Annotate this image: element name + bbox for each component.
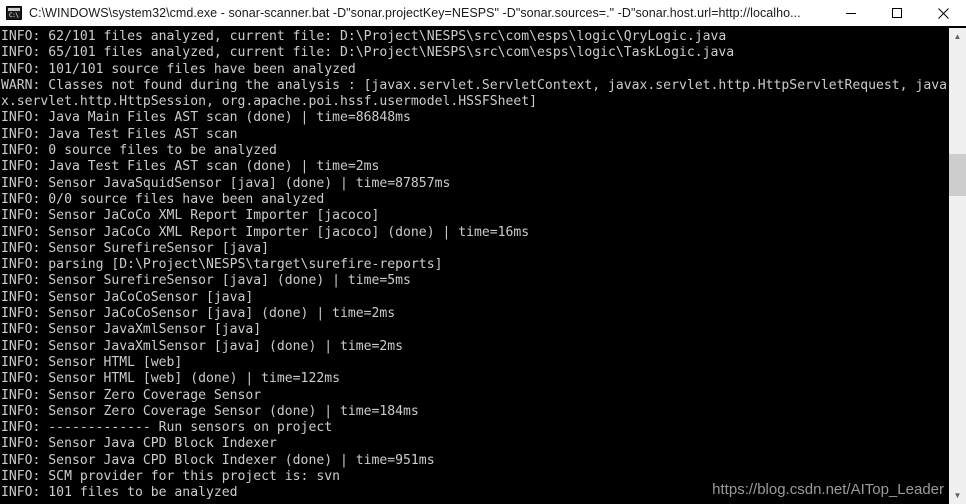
console-line: INFO: Sensor SurefireSensor [java] <box>1 240 270 256</box>
chevron-down-icon: ▼ <box>953 490 962 500</box>
console-line: INFO: Java Main Files AST scan (done) | … <box>1 110 411 126</box>
console-line: INFO: Sensor JaCoCo XML Report Importer … <box>1 224 530 240</box>
cmd-icon-prompt: C:\ <box>9 12 19 19</box>
console-line: INFO: 65/101 files analyzed, current fil… <box>1 45 735 61</box>
console-output-area[interactable]: INFO: 62/101 files analyzed, current fil… <box>0 28 949 504</box>
console-line: INFO: 62/101 files analyzed, current fil… <box>1 29 727 44</box>
console-line: INFO: 0 source files to be analyzed <box>1 143 277 159</box>
scroll-up-button[interactable]: ▲ <box>949 28 966 45</box>
title-bar[interactable]: C:\ C:\WINDOWS\system32\cmd.exe - sonar-… <box>0 0 966 28</box>
console-line: INFO: Sensor JaCoCo XML Report Importer … <box>1 208 380 224</box>
console-line: INFO: Sensor Zero Coverage Sensor (done)… <box>1 403 419 419</box>
watermark-text: https://blog.csdn.net/AITop_Leader <box>712 481 944 498</box>
console-line: INFO: 0/0 source files have been analyze… <box>1 191 325 207</box>
cmd-console-window: C:\ C:\WINDOWS\system32\cmd.exe - sonar-… <box>0 0 966 504</box>
scroll-down-button[interactable]: ▼ <box>949 487 966 504</box>
console-text: INFO: 62/101 files analyzed, current fil… <box>0 28 949 502</box>
maximize-button[interactable] <box>874 0 920 26</box>
window-title: C:\WINDOWS\system32\cmd.exe - sonar-scan… <box>29 6 801 20</box>
console-line: INFO: Sensor JavaXmlSensor [java] <box>1 322 262 338</box>
vertical-scrollbar[interactable]: ▲ ▼ <box>949 28 966 504</box>
console-line: INFO: Sensor JaCoCoSensor [java] (done) … <box>1 306 396 322</box>
console-line: INFO: Java Test Files AST scan (done) | … <box>1 159 380 175</box>
minimize-icon <box>846 13 856 14</box>
minimize-button[interactable] <box>828 0 874 26</box>
console-line: INFO: Sensor Java CPD Block Indexer (don… <box>1 452 435 468</box>
console-line: INFO: Java Test Files AST scan <box>1 126 238 142</box>
console-line: INFO: ------------- Run sensors on proje… <box>1 420 333 436</box>
console-line: INFO: Sensor HTML [web] <box>1 354 183 370</box>
console-line: WARN: Classes not found during the analy… <box>1 77 947 93</box>
console-line: INFO: Sensor Java CPD Block Indexer <box>1 436 277 452</box>
chevron-up-icon: ▲ <box>953 31 962 41</box>
console-line: INFO: Sensor HTML [web] (done) | time=12… <box>1 371 340 387</box>
scrollbar-thumb[interactable] <box>949 154 966 196</box>
console-line: INFO: Sensor SurefireSensor [java] (done… <box>1 273 411 289</box>
close-icon <box>937 7 949 19</box>
console-line: INFO: parsing [D:\Project\NESPS\target\s… <box>1 257 443 273</box>
console-line: INFO: Sensor JavaXmlSensor [java] (done)… <box>1 338 404 354</box>
close-button[interactable] <box>920 0 966 26</box>
console-line: INFO: Sensor JaCoCoSensor [java] <box>1 289 254 305</box>
maximize-icon <box>892 8 902 18</box>
console-line: x.servlet.http.HttpSession, org.apache.p… <box>1 94 538 110</box>
console-line: INFO: 101/101 source files have been ana… <box>1 61 356 77</box>
cmd-console-icon: C:\ <box>6 6 22 20</box>
console-line: INFO: Sensor Zero Coverage Sensor <box>1 387 262 403</box>
console-line: INFO: Sensor JavaSquidSensor [java] (don… <box>1 175 451 191</box>
cmd-icon-titlebar <box>8 8 20 11</box>
